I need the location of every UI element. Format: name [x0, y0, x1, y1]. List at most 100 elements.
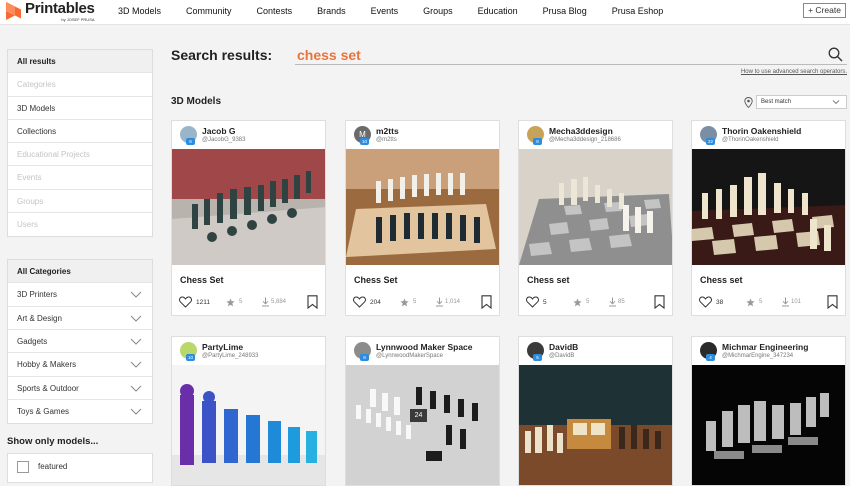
- model-title[interactable]: Chess set: [700, 275, 743, 285]
- section-title-3d-models: 3D Models: [171, 96, 222, 107]
- category-art-design[interactable]: Art & Design: [8, 307, 152, 330]
- model-card[interactable]: M 10 m2tts @m2tts Chess Set 204 5 1,014: [345, 120, 500, 316]
- level-badge: 8: [533, 138, 542, 145]
- category-label: Sports & Outdoor: [17, 383, 79, 393]
- chevron-down-icon: [130, 361, 142, 368]
- model-title[interactable]: Chess Set: [180, 275, 224, 285]
- nav-prusa-eshop[interactable]: Prusa Eshop: [612, 6, 664, 16]
- nav-contests[interactable]: Contests: [257, 6, 293, 16]
- nav-prusa-blog[interactable]: Prusa Blog: [543, 6, 587, 16]
- rating-value: 5: [413, 299, 417, 305]
- model-title[interactable]: Chess set: [527, 275, 570, 285]
- category-label: Toys & Games: [17, 406, 70, 416]
- download-icon: [262, 297, 269, 307]
- heart-icon[interactable]: [179, 296, 192, 308]
- category-hobby-makers[interactable]: Hobby & Makers: [8, 353, 152, 377]
- rating-value: 5: [239, 299, 243, 305]
- author-handle: @Mecha3ddesign_218686: [549, 137, 621, 143]
- model-thumbnail[interactable]: [519, 149, 673, 265]
- featured-checkbox[interactable]: [17, 461, 29, 473]
- show-only-title: Show only models...: [7, 436, 99, 447]
- author-name[interactable]: PartyLime: [202, 342, 243, 352]
- download-icon: [782, 297, 789, 307]
- author-name[interactable]: Lynnwood Maker Space: [376, 342, 473, 352]
- heart-icon[interactable]: [526, 296, 539, 308]
- author-name[interactable]: Mecha3ddesign: [549, 126, 613, 136]
- main-nav: 3D Models Community Contests Brands Even…: [118, 6, 688, 16]
- category-label: Art & Design: [17, 313, 62, 323]
- location-pin-icon: [744, 97, 753, 108]
- chevron-down-icon: [130, 292, 142, 299]
- download-count: 1,014: [445, 299, 461, 305]
- rating-value: 5: [586, 299, 590, 305]
- nav-3d-models[interactable]: 3D Models: [118, 6, 161, 16]
- download-count: 5,884: [271, 299, 287, 305]
- bookmark-icon[interactable]: [654, 295, 665, 309]
- star-icon: [226, 298, 235, 307]
- model-thumbnail[interactable]: [346, 365, 500, 485]
- author-handle: @JacobG_9383: [202, 137, 246, 143]
- category-label: Hobby & Makers: [17, 360, 77, 370]
- model-card[interactable]: 5 DavidB @DavidB: [518, 336, 673, 486]
- nav-brands[interactable]: Brands: [317, 6, 346, 16]
- level-badge: 22: [706, 138, 715, 145]
- featured-filter: featured: [7, 453, 153, 483]
- level-badge: 10: [186, 354, 195, 361]
- model-thumbnail[interactable]: [172, 149, 326, 265]
- heart-icon[interactable]: [353, 296, 366, 308]
- search-icon[interactable]: [828, 47, 843, 62]
- featured-label[interactable]: featured: [38, 462, 67, 471]
- create-button[interactable]: + Create: [803, 3, 846, 18]
- model-card[interactable]: 10 PartyLime @PartyLime_248933: [171, 336, 326, 486]
- author-name[interactable]: Jacob G: [202, 126, 236, 136]
- star-icon: [400, 298, 409, 307]
- model-card[interactable]: 8 Mecha3ddesign @Mecha3ddesign_218686 Ch…: [518, 120, 673, 316]
- model-stats: 1211 5 5,884: [179, 295, 320, 309]
- chevron-down-icon: [130, 385, 142, 392]
- sort-select[interactable]: Best match: [756, 95, 847, 109]
- model-title[interactable]: Chess Set: [354, 275, 398, 285]
- author-name[interactable]: m2tts: [376, 126, 399, 136]
- category-filter: All Categories 3D Printers Art & Design …: [7, 259, 153, 425]
- printables-logo-icon: [6, 2, 21, 20]
- model-card[interactable]: 4 Michmar Engineering @MichmarEngine_347…: [691, 336, 846, 486]
- nav-events[interactable]: Events: [371, 6, 399, 16]
- filter-3d-models[interactable]: 3D Models: [8, 97, 152, 120]
- rating-value: 5: [759, 299, 763, 305]
- model-card[interactable]: 22 Thorin Oakenshield @ThorinOakenshield…: [691, 120, 846, 316]
- model-thumbnail[interactable]: [172, 365, 326, 485]
- model-thumbnail[interactable]: [346, 149, 500, 265]
- chevron-down-icon: [130, 408, 142, 415]
- bookmark-icon[interactable]: [481, 295, 492, 309]
- top-navbar: Printables by JOSEF PRUSA 3D Models Comm…: [0, 0, 850, 25]
- filter-collections[interactable]: Collections: [8, 120, 152, 144]
- author-handle: @MichmarEngine_347234: [722, 353, 794, 359]
- category-toys-games[interactable]: Toys & Games: [8, 400, 152, 423]
- author-name[interactable]: DavidB: [549, 342, 578, 352]
- bookmark-icon[interactable]: [827, 295, 838, 309]
- search-input[interactable]: chess set: [297, 47, 361, 63]
- model-stats: 5 5 85: [526, 295, 667, 309]
- like-count: 1211: [196, 299, 210, 306]
- category-gadgets[interactable]: Gadgets: [8, 330, 152, 354]
- category-3d-printers[interactable]: 3D Printers: [8, 283, 152, 307]
- model-thumbnail[interactable]: [519, 365, 673, 485]
- nav-community[interactable]: Community: [186, 6, 232, 16]
- bookmark-icon[interactable]: [307, 295, 318, 309]
- model-thumbnail[interactable]: [692, 365, 846, 485]
- printables-logo[interactable]: Printables by JOSEF PRUSA: [6, 1, 95, 22]
- category-sports-outdoor[interactable]: Sports & Outdoor: [8, 377, 152, 400]
- like-count: 5: [543, 299, 547, 306]
- model-thumbnail[interactable]: [692, 149, 846, 265]
- author-name[interactable]: Michmar Engineering: [722, 342, 808, 352]
- model-card[interactable]: 8 Lynnwood Maker Space @LynnwoodMakerSpa…: [345, 336, 500, 486]
- filter-all-results[interactable]: All results: [8, 50, 152, 74]
- author-name[interactable]: Thorin Oakenshield: [722, 126, 801, 136]
- category-label: Gadgets: [17, 336, 48, 346]
- sort-value: Best match: [761, 99, 792, 105]
- heart-icon[interactable]: [699, 296, 712, 308]
- model-card[interactable]: 8 Jacob G @JacobG_9383 Chess Set 1211 5 …: [171, 120, 326, 316]
- nav-groups[interactable]: Groups: [423, 6, 453, 16]
- advanced-search-link[interactable]: How to use advanced search operators.: [741, 69, 847, 75]
- nav-education[interactable]: Education: [478, 6, 518, 16]
